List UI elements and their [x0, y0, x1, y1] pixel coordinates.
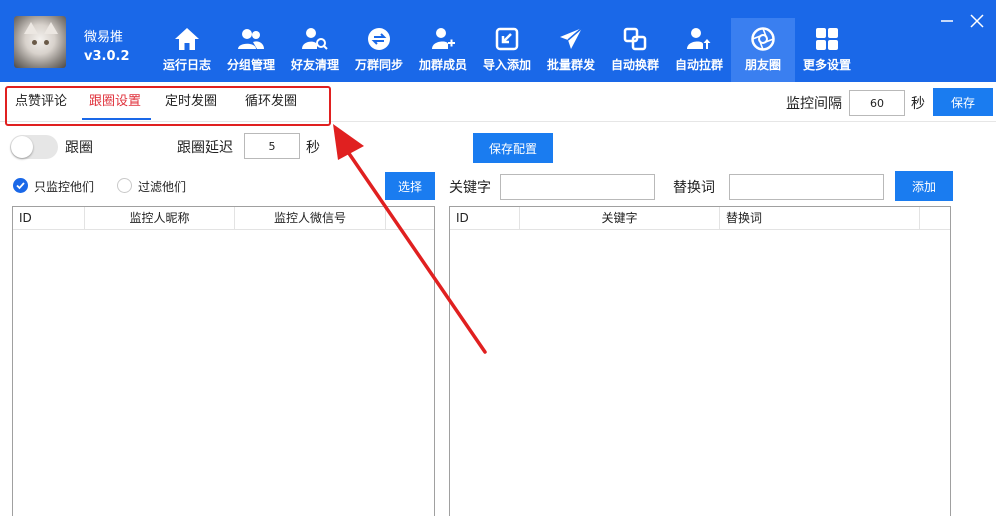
nav-item-group-sync[interactable]: 万群同步: [347, 18, 411, 82]
nav-label: 自动换群: [610, 58, 659, 72]
follow-delay-label: 跟圈延迟: [177, 140, 233, 156]
grid-icon: [814, 26, 840, 52]
nav-item-auto-pull-group[interactable]: 自动拉群: [667, 18, 731, 82]
user-search-icon: [302, 26, 328, 52]
swap-icon: [622, 26, 648, 52]
nav-item-auto-swap-group[interactable]: 自动换群: [603, 18, 667, 82]
nav-item-add-members[interactable]: 加群成员: [411, 18, 475, 82]
main-nav: 运行日志 分组管理 好友清理 万群同步 加群成员 导入添加 批量群发 自动换群 …: [155, 18, 859, 82]
toggle-knob: [11, 136, 33, 158]
nav-item-moments[interactable]: 朋友圈: [731, 18, 795, 82]
nav-label: 自动拉群: [674, 58, 723, 72]
tab-follow-settings[interactable]: 跟圈设置: [89, 82, 141, 122]
monitor-interval-unit: 秒: [911, 96, 925, 112]
app-name: 微易推: [84, 30, 124, 45]
sync-icon: [366, 26, 392, 52]
exclude-radio[interactable]: [117, 178, 132, 193]
nav-item-group-manage[interactable]: 分组管理: [219, 18, 283, 82]
follow-delay-unit: 秒: [306, 140, 320, 156]
monitor-interval-label: 监控间隔: [786, 96, 842, 112]
nav-label: 万群同步: [354, 58, 403, 72]
home-icon: [174, 26, 200, 52]
send-icon: [558, 26, 584, 52]
minimize-button[interactable]: [936, 10, 958, 32]
nav-item-more-settings[interactable]: 更多设置: [795, 18, 859, 82]
nav-label: 好友清理: [290, 58, 339, 72]
check-icon: [16, 182, 25, 190]
nav-label: 加群成员: [418, 58, 467, 72]
nav-label: 导入添加: [482, 58, 531, 72]
keyword-input[interactable]: [500, 174, 655, 200]
column-header-id[interactable]: ID: [450, 207, 520, 229]
follow-delay-input[interactable]: [244, 133, 300, 159]
save-interval-button[interactable]: 保存: [933, 88, 993, 116]
app-version: v3.0.2: [84, 49, 130, 64]
column-header-id[interactable]: ID: [13, 207, 85, 229]
aperture-icon: [750, 26, 776, 52]
only-monitor-label: 只监控他们: [34, 180, 95, 194]
keyword-list-table[interactable]: ID 关键字 替换词: [449, 206, 951, 516]
nav-item-run-log[interactable]: 运行日志: [155, 18, 219, 82]
column-header-nickname[interactable]: 监控人昵称: [85, 207, 235, 229]
tabs-bar: 点赞评论 跟圈设置 定时发圈 循环发圈: [0, 82, 996, 122]
table-header: ID 关键字 替换词: [450, 207, 950, 230]
nav-item-import-add[interactable]: 导入添加: [475, 18, 539, 82]
nav-label: 更多设置: [802, 58, 851, 72]
user-up-icon: [686, 26, 712, 52]
import-icon: [494, 26, 520, 52]
nav-label: 分组管理: [226, 58, 275, 72]
column-header-keyword[interactable]: 关键字: [520, 207, 720, 229]
nav-label: 批量群发: [546, 58, 595, 72]
tab-scheduled-post[interactable]: 定时发圈: [165, 82, 217, 122]
close-icon: [970, 14, 984, 28]
header-bar: 微易推 v3.0.2 运行日志 分组管理 好友清理 万群同步 加群成员 导入添加…: [0, 0, 996, 82]
avatar[interactable]: [14, 16, 66, 68]
tab-like-comment[interactable]: 点赞评论: [15, 82, 67, 122]
nav-item-bulk-send[interactable]: 批量群发: [539, 18, 603, 82]
column-header-replacement[interactable]: 替换词: [720, 207, 920, 229]
minimize-icon: [941, 20, 953, 22]
save-config-button[interactable]: 保存配置: [473, 133, 553, 163]
nav-label: 朋友圈: [744, 58, 781, 72]
active-tab-indicator: [82, 118, 151, 120]
monitor-list-table[interactable]: ID 监控人昵称 监控人微信号: [12, 206, 435, 516]
user-add-icon: [430, 26, 456, 52]
users-icon: [238, 26, 264, 52]
only-monitor-radio[interactable]: [13, 178, 28, 193]
follow-toggle-label: 跟圈: [65, 140, 93, 156]
select-button[interactable]: 选择: [385, 172, 435, 200]
replace-label: 替换词: [673, 180, 715, 196]
keyword-label: 关键字: [449, 180, 491, 196]
monitor-interval-input[interactable]: [849, 90, 905, 116]
tab-loop-post[interactable]: 循环发圈: [245, 82, 297, 122]
add-button[interactable]: 添加: [895, 171, 953, 201]
close-button[interactable]: [966, 10, 988, 32]
app-window: 微易推 v3.0.2 运行日志 分组管理 好友清理 万群同步 加群成员 导入添加…: [0, 0, 996, 516]
nav-label: 运行日志: [162, 58, 211, 72]
follow-toggle[interactable]: [10, 135, 58, 159]
table-header: ID 监控人昵称 监控人微信号: [13, 207, 434, 230]
nav-item-friend-clean[interactable]: 好友清理: [283, 18, 347, 82]
column-header-wechat-id[interactable]: 监控人微信号: [235, 207, 386, 229]
replace-input[interactable]: [729, 174, 884, 200]
exclude-label: 过滤他们: [138, 180, 187, 194]
